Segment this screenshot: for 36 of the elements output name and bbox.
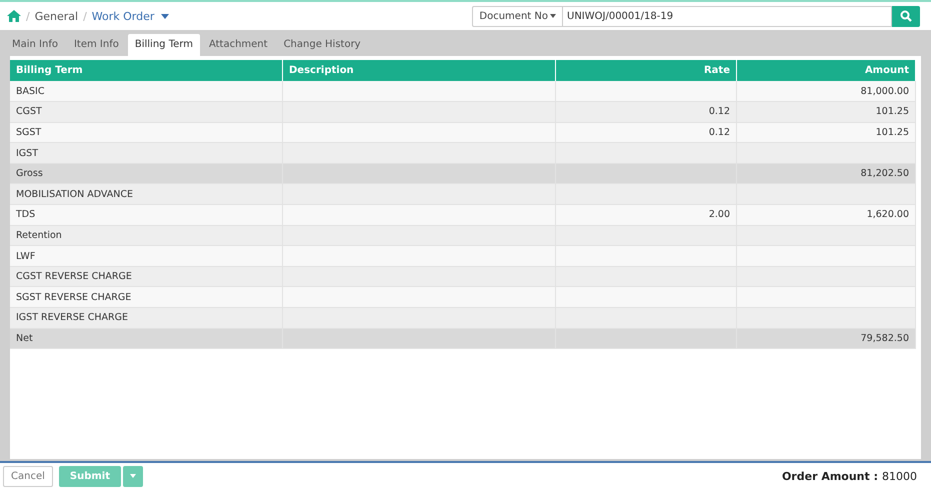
tab[interactable]: Item Info — [66, 34, 126, 56]
tab[interactable]: Change History — [276, 34, 368, 56]
table-cell: IGST — [10, 142, 282, 164]
cancel-button[interactable]: Cancel — [3, 466, 53, 486]
tab[interactable]: Attachment — [202, 34, 275, 56]
table-cell: IGST REVERSE CHARGE — [10, 308, 282, 328]
table-cell: Net — [10, 328, 282, 349]
breadcrumb-separator: / — [26, 10, 30, 22]
column-header[interactable]: Billing Term — [10, 60, 282, 81]
search-icon — [900, 10, 912, 22]
table-cell: 0.12 — [556, 102, 736, 122]
column-header[interactable]: Rate — [556, 60, 736, 81]
breadcrumb-separator: / — [83, 10, 87, 22]
tab[interactable]: Billing Term — [128, 34, 200, 56]
caret-icon — [130, 474, 136, 478]
table-cell: CGST — [10, 102, 282, 122]
table-cell: 2.00 — [556, 204, 736, 226]
table-cell: 79,582.50 — [736, 328, 916, 349]
filter-dropdown[interactable]: Document No — [472, 6, 563, 26]
breadcrumb-current[interactable]: Work Order — [92, 10, 154, 22]
home-icon[interactable] — [7, 10, 21, 22]
submit-menu-button[interactable] — [123, 466, 143, 486]
table-cell: LWF — [10, 246, 282, 266]
caret-icon[interactable] — [161, 14, 170, 18]
order-amount-value: 81000 — [882, 470, 917, 482]
search-button[interactable] — [892, 6, 920, 26]
column-header[interactable]: Amount — [736, 60, 916, 81]
tab[interactable]: Main Info — [5, 34, 65, 56]
table-cell: TDS — [10, 204, 282, 226]
column-header[interactable]: Description — [282, 60, 556, 81]
table-cell: 101.25 — [736, 102, 916, 122]
search-field[interactable]: UNIWOJ/00001/18-19 — [563, 6, 892, 26]
order-amount-label: Order Amount : — [782, 470, 878, 482]
breadcrumb-link[interactable]: General — [34, 10, 78, 22]
table-cell: 1,620.00 — [736, 204, 916, 226]
caret-icon — [550, 14, 556, 18]
